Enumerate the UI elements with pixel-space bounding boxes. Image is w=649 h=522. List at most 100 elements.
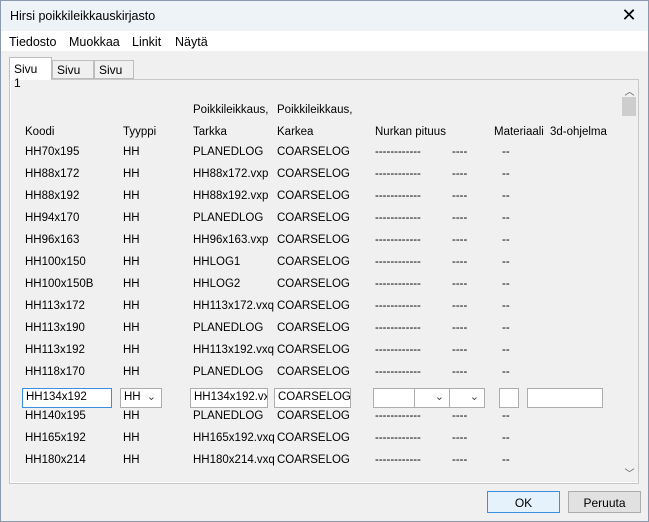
ok-button[interactable]: OK: [487, 491, 560, 513]
tyyppi-select[interactable]: HH ⌄: [120, 388, 162, 408]
materiaali-input[interactable]: [499, 388, 519, 408]
cell-koodi: HH94x170: [25, 212, 80, 224]
cell-placeholder: -: [417, 432, 421, 444]
header-koodi: Koodi: [25, 126, 55, 138]
scroll-up-icon[interactable]: ︿: [621, 83, 638, 98]
cell-placeholder: -----------: [375, 300, 418, 312]
cell-karkea: COARSELOG: [277, 190, 350, 202]
cell-placeholder: --: [502, 168, 510, 180]
cell-karkea: COARSELOG: [277, 344, 350, 356]
scroll-thumb[interactable]: [622, 97, 636, 116]
3d-ohjelma-input[interactable]: [527, 388, 603, 408]
cell-koodi: HH96x163: [25, 234, 80, 246]
cell-placeholder: --: [502, 366, 510, 378]
chevron-down-icon: ⌄: [434, 391, 444, 403]
nurkan-pituus-input[interactable]: [373, 388, 415, 408]
cell-tarkka: HH96x163.vxp: [193, 234, 269, 246]
cell-tarkka: PLANEDLOG: [193, 410, 264, 422]
cell-placeholder: --: [502, 432, 510, 444]
cell-tyyppi: HH: [123, 146, 140, 158]
header-tarkka-line2: Tarkka: [193, 126, 227, 138]
koodi-input[interactable]: HH134x192: [22, 388, 112, 408]
scroll-down-icon[interactable]: ﹀: [621, 465, 638, 480]
cancel-button[interactable]: Peruuta: [568, 491, 641, 513]
cell-placeholder: -: [417, 454, 421, 466]
cell-karkea: COARSELOG: [277, 432, 350, 444]
cell-tyyppi: HH: [123, 366, 140, 378]
menu-nayta[interactable]: Näytä: [175, 35, 208, 49]
cell-placeholder: -----------: [375, 344, 418, 356]
cell-placeholder: --: [502, 410, 510, 422]
cell-tarkka: HH165x192.vxq: [193, 432, 275, 444]
cell-tyyppi: HH: [123, 454, 140, 466]
cell-tarkka: HH88x192.vxp: [193, 190, 269, 202]
cell-koodi: HH100x150B: [25, 278, 94, 290]
cell-tyyppi: HH: [123, 168, 140, 180]
tyyppi-value: HH: [124, 391, 141, 403]
cell-placeholder: --: [502, 234, 510, 246]
cell-tarkka: PLANEDLOG: [193, 366, 264, 378]
tab-sivu-3[interactable]: Sivu 3: [94, 60, 134, 91]
tarkka-input[interactable]: HH134x192.vx: [190, 388, 268, 408]
cell-placeholder: -: [417, 212, 421, 224]
cell-placeholder: ----: [452, 344, 468, 356]
karkea-input[interactable]: COARSELOG: [274, 388, 351, 408]
cell-karkea: COARSELOG: [277, 212, 350, 224]
header-materiaali: Materiaali: [494, 126, 544, 138]
vertical-scrollbar[interactable]: ︿ ﹀: [621, 80, 638, 482]
cell-karkea: COARSELOG: [277, 366, 350, 378]
cell-karkea: COARSELOG: [277, 168, 350, 180]
cell-placeholder: -----------: [375, 168, 418, 180]
cell-tyyppi: HH: [123, 410, 140, 422]
cell-tarkka: HH113x192.vxq: [193, 344, 274, 356]
title-bar: Hirsi poikkileikkauskirjasto ✕: [1, 1, 648, 31]
cell-placeholder: -: [417, 190, 421, 202]
cell-tyyppi: HH: [123, 432, 140, 444]
tab-sivu-1[interactable]: Sivu 1: [9, 57, 52, 90]
tab-sivu-2[interactable]: Sivu 2: [52, 60, 94, 91]
menu-tiedosto[interactable]: Tiedosto: [9, 35, 56, 49]
cell-placeholder: --: [502, 278, 510, 290]
header-tarkka-line1: Poikkileikkaus,: [193, 104, 269, 116]
cell-koodi: HH180x214: [25, 454, 86, 466]
menu-muokkaa[interactable]: Muokkaa: [69, 35, 120, 49]
cell-placeholder: -: [417, 234, 421, 246]
cell-tyyppi: HH: [123, 234, 140, 246]
cell-placeholder: ----: [452, 300, 468, 312]
cell-placeholder: -: [417, 410, 421, 422]
cell-placeholder: -----------: [375, 366, 418, 378]
cell-placeholder: -: [417, 300, 421, 312]
nurkan-select-2[interactable]: ⌄: [449, 388, 485, 408]
cell-koodi: HH88x172: [25, 168, 80, 180]
cell-tarkka: HH113x172.vxq: [193, 300, 274, 312]
cell-tyyppi: HH: [123, 256, 140, 268]
header-tyyppi: Tyyppi: [123, 126, 157, 138]
cell-placeholder: -----------: [375, 278, 418, 290]
cell-placeholder: -: [417, 322, 421, 334]
header-karkea-line2: Karkea: [277, 126, 314, 138]
cell-placeholder: --: [502, 344, 510, 356]
cell-koodi: HH113x192: [25, 344, 85, 356]
cell-tarkka: HHLOG2: [193, 278, 241, 290]
cell-placeholder: -: [417, 146, 421, 158]
cell-placeholder: ----: [452, 234, 468, 246]
cell-tarkka: PLANEDLOG: [193, 322, 264, 334]
cell-placeholder: ----: [452, 146, 468, 158]
cell-placeholder: --: [502, 300, 510, 312]
close-icon[interactable]: ✕: [618, 5, 640, 26]
nurkan-select-1[interactable]: ⌄: [414, 388, 450, 408]
cell-tarkka: HH88x172.vxp: [193, 168, 269, 180]
window-title: Hirsi poikkileikkauskirjasto: [10, 9, 156, 23]
cell-placeholder: --: [502, 212, 510, 224]
cell-karkea: COARSELOG: [277, 454, 350, 466]
cell-placeholder: -----------: [375, 322, 418, 334]
cell-placeholder: -: [417, 366, 421, 378]
cell-tarkka: HH180x214.vxq: [193, 454, 275, 466]
cell-koodi: HH70x195: [25, 146, 80, 158]
cell-placeholder: -----------: [375, 454, 418, 466]
cell-tarkka: PLANEDLOG: [193, 212, 264, 224]
cell-placeholder: ----: [452, 168, 468, 180]
header-karkea-line1: Poikkileikkaus,: [277, 104, 353, 116]
menu-linkit[interactable]: Linkit: [132, 35, 161, 49]
cell-placeholder: -----------: [375, 190, 418, 202]
